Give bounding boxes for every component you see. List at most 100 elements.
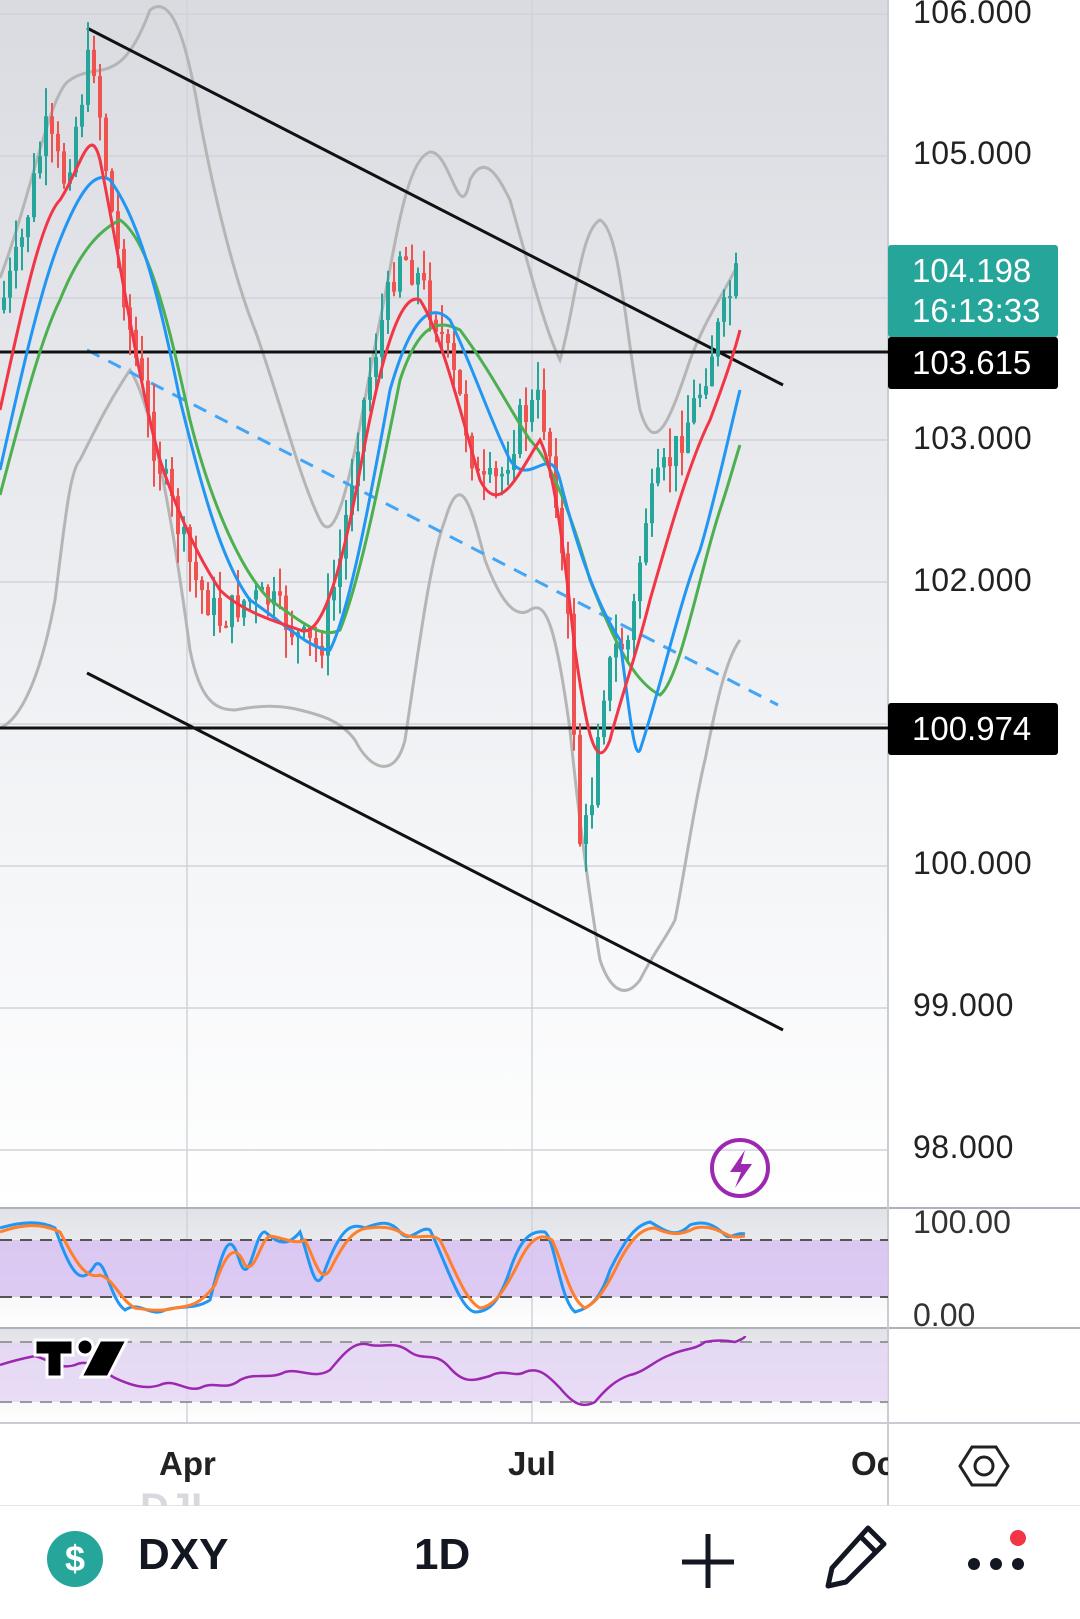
candle-body bbox=[446, 334, 450, 344]
candle-body bbox=[578, 734, 582, 844]
rsi-band bbox=[0, 1342, 888, 1402]
candle-body bbox=[482, 471, 486, 475]
time-axis-label: Oc bbox=[851, 1445, 888, 1482]
candle-body bbox=[206, 590, 210, 616]
candle-body bbox=[212, 597, 216, 616]
candle-body bbox=[326, 600, 330, 656]
main-pane-background bbox=[0, 0, 888, 1208]
candle-body bbox=[200, 580, 204, 591]
candle-body bbox=[32, 173, 36, 218]
horizontal-level-lower-label[interactable]: 100.974 bbox=[888, 703, 1058, 755]
current-price: 104.198 bbox=[912, 252, 1032, 289]
candle-body bbox=[80, 104, 84, 127]
candle-body bbox=[44, 116, 48, 157]
candle-body bbox=[536, 389, 540, 400]
candle-body bbox=[440, 331, 444, 335]
candle-body bbox=[86, 49, 90, 105]
hexagon-settings-icon[interactable] bbox=[958, 1445, 1010, 1487]
candle-body bbox=[452, 343, 456, 371]
candle-body bbox=[218, 597, 222, 626]
candle-body bbox=[686, 422, 690, 453]
candle-body bbox=[506, 469, 510, 474]
candle-body bbox=[662, 457, 666, 468]
candle-body bbox=[728, 296, 732, 299]
candle-body bbox=[704, 386, 708, 395]
candle-body bbox=[392, 281, 396, 292]
plus-icon[interactable] bbox=[680, 1530, 736, 1590]
oscillator-axis-bottom: 0.00 bbox=[913, 1297, 976, 1333]
candle-body bbox=[488, 468, 492, 475]
price-axis-label: 105.000 bbox=[913, 135, 1033, 171]
chart-app: 106.000 105.000 103.000 102.000 100.000 … bbox=[0, 0, 1080, 1619]
price-axis-label: 103.000 bbox=[913, 420, 1033, 456]
price-axis-label: 99.000 bbox=[913, 987, 1014, 1023]
candle-body bbox=[596, 737, 600, 806]
candle-body bbox=[368, 376, 372, 400]
candle-body bbox=[644, 523, 648, 563]
candle-body bbox=[632, 601, 636, 640]
candle-body bbox=[548, 431, 552, 457]
candle-body bbox=[608, 657, 612, 701]
candle-body bbox=[458, 370, 462, 394]
current-price-badge[interactable]: 104.198 16:13:33 bbox=[888, 245, 1058, 337]
candle-body bbox=[38, 156, 42, 174]
candle-body bbox=[494, 468, 498, 477]
candle-body bbox=[722, 297, 726, 322]
candle-body bbox=[626, 639, 630, 650]
dollar-symbol-icon[interactable]: $ bbox=[47, 1531, 103, 1587]
candle-body bbox=[278, 591, 282, 596]
notification-dot bbox=[1010, 1530, 1026, 1546]
candle-body bbox=[602, 700, 606, 738]
candle-body bbox=[194, 561, 198, 581]
candle-body bbox=[422, 273, 426, 281]
pencil-icon[interactable] bbox=[820, 1522, 890, 1592]
candle-body bbox=[410, 259, 414, 285]
price-axis-label: 98.000 bbox=[913, 1129, 1014, 1165]
bar-countdown: 16:13:33 bbox=[912, 292, 1041, 329]
candle-body bbox=[590, 805, 594, 816]
candle-body bbox=[716, 321, 720, 357]
candle-body bbox=[404, 256, 408, 260]
candle-body bbox=[734, 263, 738, 297]
oscillator-axis-top: 100.00 bbox=[913, 1204, 1011, 1240]
candle-body bbox=[500, 473, 504, 477]
candle-body bbox=[638, 562, 642, 602]
candle-body bbox=[20, 237, 24, 247]
candle-body bbox=[542, 389, 546, 432]
interval-button[interactable]: 1D bbox=[414, 1530, 470, 1580]
candle-body bbox=[530, 399, 534, 423]
candle-body bbox=[374, 357, 378, 377]
candle-body bbox=[26, 217, 30, 238]
candle-body bbox=[104, 117, 108, 172]
candle-body bbox=[680, 436, 684, 453]
candle-body bbox=[8, 270, 12, 298]
candle-body bbox=[398, 256, 402, 292]
candle-body bbox=[254, 590, 258, 600]
candle-body bbox=[698, 394, 702, 399]
candle-body bbox=[56, 133, 60, 152]
time-axis-label: Jul bbox=[508, 1445, 556, 1482]
candle-body bbox=[224, 625, 228, 628]
candle-body bbox=[92, 49, 96, 77]
candle-body bbox=[110, 171, 114, 212]
candle-body bbox=[668, 457, 672, 467]
candle-body bbox=[710, 356, 714, 387]
more-dots-icon[interactable] bbox=[962, 1528, 1042, 1588]
candle-body bbox=[380, 319, 384, 358]
candle-body bbox=[98, 76, 102, 118]
horizontal-level-upper-label[interactable]: 103.615 bbox=[888, 337, 1058, 389]
candle-body bbox=[650, 483, 654, 524]
candle-body bbox=[62, 151, 66, 184]
candle-body bbox=[386, 281, 390, 320]
candle-body bbox=[518, 405, 522, 455]
symbol-button[interactable]: DXY bbox=[138, 1530, 228, 1580]
candle-body bbox=[674, 436, 678, 467]
candle-body bbox=[2, 297, 6, 310]
candle-body bbox=[524, 405, 528, 423]
candle-body bbox=[656, 467, 660, 484]
price-chart[interactable] bbox=[0, 0, 1080, 1619]
price-axis-label: 100.000 bbox=[913, 845, 1033, 881]
candle-body bbox=[584, 815, 588, 844]
bottom-toolbar: $ DXY 1D bbox=[0, 1506, 1080, 1619]
price-axis-label: 102.000 bbox=[913, 562, 1033, 598]
